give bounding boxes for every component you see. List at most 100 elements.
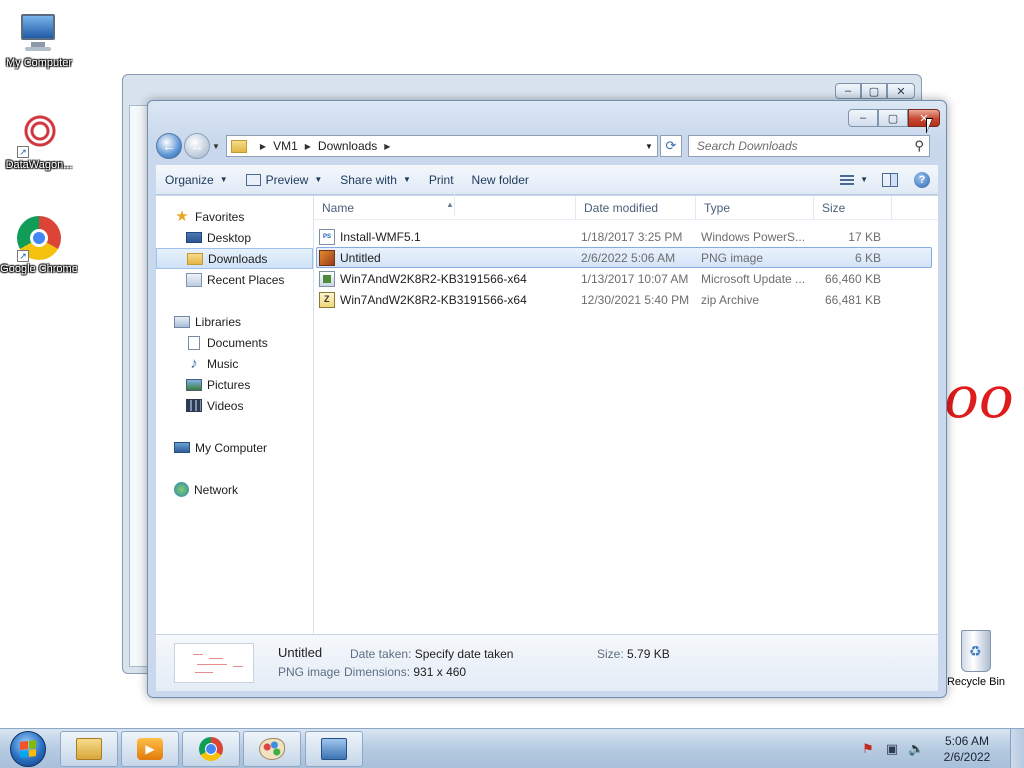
address-dropdown-icon[interactable]: ▼ bbox=[645, 142, 653, 151]
preview-button[interactable]: Preview ▼ bbox=[237, 165, 332, 194]
chevron-right-icon[interactable]: ▶ bbox=[260, 142, 266, 151]
file-date: 12/30/2021 5:40 PM bbox=[581, 292, 690, 307]
new-folder-button[interactable]: New folder bbox=[463, 165, 538, 194]
nav-item-label: Pictures bbox=[207, 377, 251, 392]
network-icon bbox=[174, 482, 189, 497]
navigation-pane: ★ Favorites Desktop Downloads Recent Pla… bbox=[156, 196, 314, 634]
size-value: 5.79 KB bbox=[627, 647, 670, 661]
nav-item-label: Videos bbox=[207, 398, 244, 413]
desktop-icon-datawagon[interactable]: ↗ DataWagon... bbox=[0, 112, 78, 172]
chevron-right-icon[interactable]: ▶ bbox=[384, 142, 390, 151]
print-label: Print bbox=[428, 172, 454, 187]
nav-my-computer[interactable]: My Computer bbox=[156, 437, 313, 458]
desktop-icon-my-computer[interactable]: My Computer bbox=[0, 10, 78, 70]
nav-favorites-label: Favorites bbox=[195, 209, 245, 224]
volume-icon[interactable]: 🔈 bbox=[908, 741, 924, 757]
file-thumbnail bbox=[174, 643, 254, 683]
taskbar-google-chrome[interactable] bbox=[182, 731, 240, 767]
refresh-button[interactable]: ⟳ bbox=[659, 135, 682, 157]
details-date-taken: Date taken: Specify date taken bbox=[350, 647, 513, 661]
start-button[interactable] bbox=[4, 730, 52, 768]
change-view-icon[interactable] bbox=[840, 174, 855, 185]
breadcrumb-vm1[interactable]: VM1 bbox=[273, 139, 298, 153]
column-header-date[interactable]: Date modified bbox=[576, 196, 696, 219]
show-desktop-button[interactable] bbox=[1010, 729, 1024, 768]
folder-icon bbox=[230, 139, 247, 153]
close-icon[interactable]: ✕ bbox=[887, 83, 915, 99]
preview-app-icon bbox=[245, 173, 261, 186]
address-bar[interactable]: ▶ VM1 ▶ Downloads ▶ ▼ bbox=[225, 135, 658, 157]
file-name: Win7AndW2K8R2-KB3191566-x64 bbox=[340, 292, 527, 307]
chevron-down-icon: ▼ bbox=[314, 175, 323, 184]
close-button[interactable]: ✕ bbox=[908, 109, 940, 127]
search-icon[interactable]: ⚲ bbox=[914, 138, 924, 154]
navigation-bar: ← → ▼ ▶ VM1 ▶ Downloads ▶ ▼ ⟳ Search Dow… bbox=[156, 133, 938, 159]
view-options-dropdown-icon[interactable]: ▼ bbox=[860, 175, 868, 184]
date-taken-label: Date taken: bbox=[350, 647, 412, 661]
nav-libraries[interactable]: Libraries bbox=[156, 311, 313, 332]
recent-places-icon bbox=[186, 272, 202, 287]
system-tray: ⚑ ▣ 🔈 5:06 AM 2/6/2022 bbox=[860, 729, 1024, 768]
nav-item-documents[interactable]: Documents bbox=[156, 332, 313, 353]
maximize-icon[interactable]: ▢ bbox=[861, 83, 887, 99]
system-clock[interactable]: 5:06 AM 2/6/2022 bbox=[932, 733, 1002, 765]
nav-network[interactable]: Network bbox=[156, 479, 313, 500]
file-row[interactable]: Win7AndW2K8R2-KB3191566-x64 1/13/2017 10… bbox=[316, 268, 932, 289]
column-header-size[interactable]: Size bbox=[814, 196, 892, 219]
file-name: Win7AndW2K8R2-KB3191566-x64 bbox=[340, 271, 527, 286]
paint-palette-icon bbox=[259, 738, 285, 760]
share-with-button[interactable]: Share with ▼ bbox=[331, 165, 420, 194]
recent-pages-dropdown-icon[interactable]: ▼ bbox=[212, 142, 220, 151]
documents-icon bbox=[188, 335, 200, 350]
recycle-bin-icon bbox=[961, 630, 991, 672]
desktop-icon-google-chrome[interactable]: ↗ Google Chrome bbox=[0, 216, 78, 277]
nav-item-recent-places[interactable]: Recent Places bbox=[156, 269, 313, 290]
taskbar-windows-explorer[interactable] bbox=[60, 731, 118, 767]
nav-favorites[interactable]: ★ Favorites bbox=[156, 206, 313, 227]
file-row-selected[interactable]: Untitled 2/6/2022 5:06 AM PNG image 6 KB bbox=[316, 247, 932, 268]
nav-libraries-label: Libraries bbox=[195, 314, 242, 329]
nav-item-videos[interactable]: Videos bbox=[156, 395, 313, 416]
desktop-icon-recycle-bin[interactable]: Recycle Bin bbox=[944, 630, 1008, 688]
forward-button[interactable]: → bbox=[184, 133, 210, 159]
details-dimensions: Dimensions: 931 x 460 bbox=[344, 665, 466, 679]
nav-item-pictures[interactable]: Pictures bbox=[156, 374, 313, 395]
taskbar-remote-desktop[interactable] bbox=[305, 731, 363, 767]
preview-pane-icon[interactable] bbox=[882, 172, 898, 187]
print-button[interactable]: Print bbox=[420, 165, 463, 194]
nav-network-label: Network bbox=[194, 482, 239, 497]
background-window-caption-buttons: – ▢ ✕ bbox=[835, 83, 915, 99]
taskbar: ▶ ⚑ ▣ 🔈 5:06 AM 2/6/2022 bbox=[0, 728, 1024, 768]
file-rows: Install-WMF5.1 1/18/2017 3:25 PM Windows… bbox=[314, 220, 938, 310]
nav-item-desktop[interactable]: Desktop bbox=[156, 227, 313, 248]
zip-archive-icon bbox=[319, 291, 335, 308]
nav-item-music[interactable]: ♪ Music bbox=[156, 353, 313, 374]
update-package-icon bbox=[319, 270, 335, 287]
taskbar-paint[interactable] bbox=[243, 731, 301, 767]
explorer-window[interactable]: – ▢ ✕ ← → ▼ ▶ VM1 ▶ Downloads ▶ ▼ ⟳ Sear… bbox=[147, 100, 947, 698]
desktop-icon-label: My Computer bbox=[5, 57, 73, 69]
file-row[interactable]: Win7AndW2K8R2-KB3191566-x64 12/30/2021 5… bbox=[316, 289, 932, 310]
windows-logo-icon bbox=[10, 731, 46, 767]
breadcrumb-downloads[interactable]: Downloads bbox=[318, 139, 377, 153]
file-size: 66,460 KB bbox=[824, 271, 881, 286]
minimize-button[interactable]: – bbox=[848, 109, 878, 127]
column-header-type[interactable]: Type bbox=[696, 196, 814, 219]
png-image-icon bbox=[319, 249, 335, 266]
clock-date: 2/6/2022 bbox=[943, 750, 991, 764]
windows-explorer-icon bbox=[76, 738, 102, 760]
taskbar-media-player[interactable]: ▶ bbox=[121, 731, 179, 767]
date-taken-value[interactable]: Specify date taken bbox=[415, 647, 514, 661]
network-status-icon[interactable]: ▣ bbox=[884, 741, 900, 757]
maximize-button[interactable]: ▢ bbox=[878, 109, 908, 127]
file-row[interactable]: Install-WMF5.1 1/18/2017 3:25 PM Windows… bbox=[316, 226, 932, 247]
search-input[interactable]: Search Downloads ⚲ bbox=[687, 135, 930, 157]
chevron-right-icon[interactable]: ▶ bbox=[305, 142, 311, 151]
details-file-name: Untitled bbox=[278, 645, 323, 660]
help-icon[interactable]: ? bbox=[914, 171, 930, 188]
back-button[interactable]: ← bbox=[156, 133, 182, 159]
action-center-flag-icon[interactable]: ⚑ bbox=[860, 741, 876, 757]
organize-button[interactable]: Organize ▼ bbox=[156, 165, 237, 194]
minimize-icon[interactable]: – bbox=[835, 83, 861, 99]
nav-item-downloads[interactable]: Downloads bbox=[156, 248, 313, 269]
